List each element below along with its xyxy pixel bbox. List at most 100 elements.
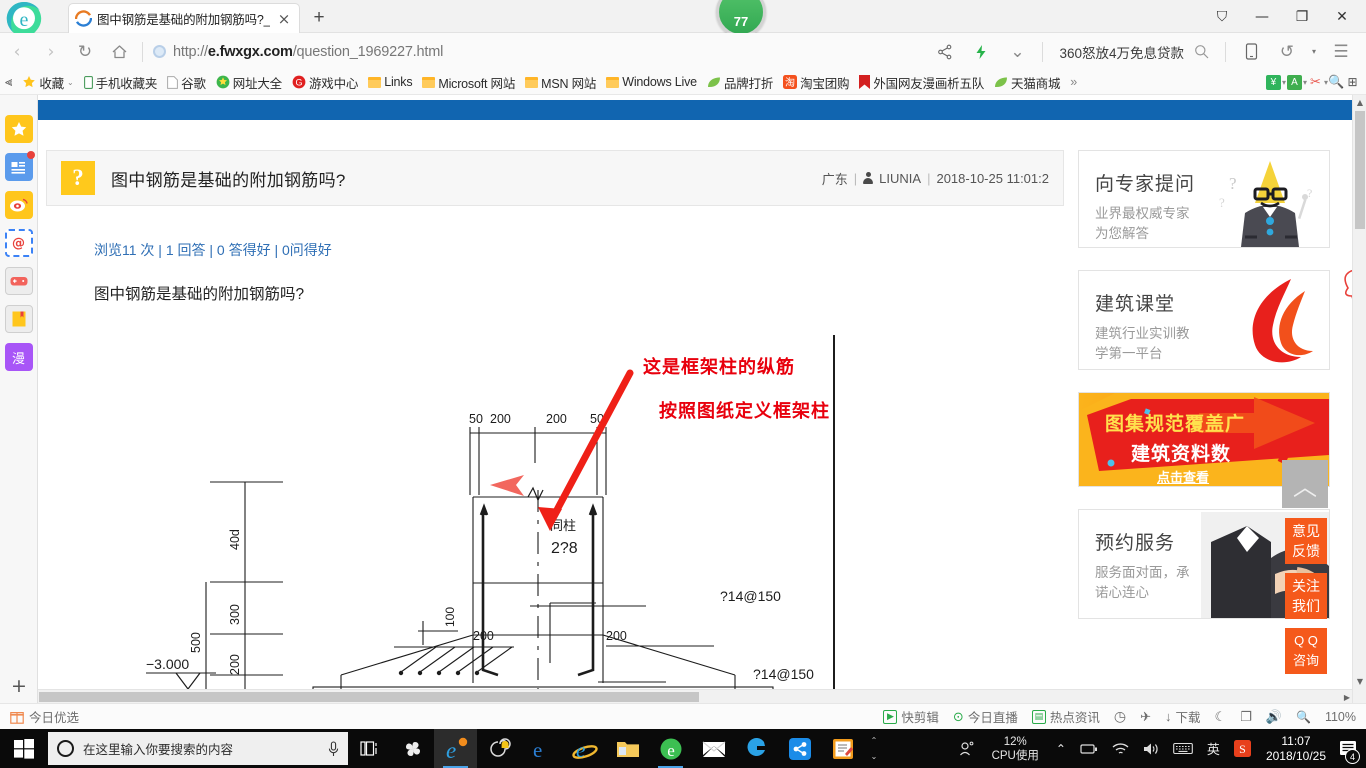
ad-card-ask-expert[interactable]: 向专家提问 业界最权威专家 为您解答 ? ? ? — [1078, 150, 1330, 248]
search-input[interactable]: 在这里输入你要搜索的内容 — [83, 739, 319, 758]
bookmark-links[interactable]: Links — [363, 71, 417, 93]
grid-icon[interactable]: ⊞ — [1345, 75, 1360, 90]
overflow-down-arrow[interactable]: ⌄ — [871, 752, 878, 761]
mail-app[interactable] — [692, 729, 735, 768]
keyboard-icon[interactable] — [1166, 729, 1200, 768]
feedback-button[interactable]: 意见 反馈 — [1285, 518, 1327, 564]
tab-close-icon[interactable]: × — [275, 10, 293, 28]
bookmark-microsoft[interactable]: Microsoft 网站 — [417, 71, 520, 93]
address-bar[interactable]: http://e.fwxgx.com/question_1969227.html — [149, 44, 928, 60]
sidebar-item-bookshelf[interactable] — [4, 305, 33, 333]
search-box[interactable]: 360怒放4万免息贷款 — [1051, 39, 1217, 65]
edge-browser-app[interactable]: e — [520, 729, 563, 768]
close-window-button[interactable]: ✕ — [1322, 2, 1362, 32]
caret-mini-icon[interactable]: ▾ — [1306, 35, 1322, 69]
file-explorer-app[interactable] — [606, 729, 649, 768]
status-volume[interactable]: 🔊 — [1266, 709, 1282, 725]
bookmark-brand-discount[interactable]: 品牌打折 — [702, 71, 778, 93]
taskbar-search[interactable]: 在这里输入你要搜索的内容 — [48, 732, 348, 765]
undo-icon[interactable]: ↺ — [1270, 35, 1304, 69]
start-button[interactable] — [0, 729, 48, 768]
security-score-badge[interactable]: 77 — [716, 0, 766, 37]
status-compass[interactable]: ◷ — [1114, 708, 1126, 725]
ime-language-indicator[interactable]: 英 — [1200, 729, 1227, 768]
bookmark-tmall[interactable]: 天猫商城 — [989, 71, 1065, 93]
share-icon[interactable] — [928, 35, 962, 69]
new-tab-button[interactable]: + — [306, 6, 332, 30]
pinwheel-app[interactable] — [391, 729, 434, 768]
forward-icon[interactable]: › — [34, 35, 68, 69]
bookmark-windows-live[interactable]: Windows Live — [601, 71, 702, 93]
share-app[interactable] — [778, 729, 821, 768]
bookmark-taobao-group[interactable]: 淘 淘宝团购 — [778, 71, 854, 93]
browser-tab[interactable]: 图中钢筋是基础的附加钢筋吗?_百 × — [68, 3, 300, 33]
site-info-icon[interactable] — [153, 45, 166, 58]
status-hot-news[interactable]: ▤ 热点资讯 — [1031, 707, 1100, 726]
ie-browser-active[interactable]: e — [434, 729, 477, 768]
bookmark-game-center[interactable]: G 游戏中心 — [287, 71, 363, 93]
status-window-split[interactable]: ❐ — [1240, 709, 1252, 725]
chevron-down-icon[interactable]: ▾ — [1324, 78, 1328, 87]
status-download[interactable]: ↓ 下载 — [1165, 707, 1201, 726]
reload-icon[interactable]: ↻ — [68, 35, 102, 69]
360-guard-app[interactable] — [735, 729, 778, 768]
magnifier-icon[interactable]: 🔍 — [1328, 74, 1344, 90]
question-stats[interactable]: 浏览11 次 | 1 回答 | 0 答得好 | 0问得好 — [94, 240, 332, 260]
mobile-view-icon[interactable] — [1234, 35, 1268, 69]
sidebar-item-games[interactable] — [4, 267, 33, 295]
notification-center-button[interactable]: 4 — [1334, 729, 1362, 768]
bookmark-comics[interactable]: 外国网友漫画析五队 — [854, 71, 989, 93]
home-icon[interactable] — [102, 35, 136, 69]
tray-expand-chevron[interactable]: ⌃ — [1049, 729, 1073, 768]
bookmark-msn[interactable]: MSN 网站 — [520, 71, 601, 93]
banner-cta[interactable]: 点击查看 — [1157, 467, 1209, 486]
translate-icon[interactable]: A — [1286, 74, 1302, 90]
notepad-app[interactable] — [821, 729, 864, 768]
status-today-picks[interactable]: 今日优选 — [29, 707, 79, 726]
bookmarks-overflow-left[interactable]: ⫷ — [0, 71, 17, 93]
status-find[interactable]: 🔍 — [1296, 710, 1311, 724]
internet-explorer-app[interactable]: e — [563, 729, 606, 768]
microphone-icon[interactable] — [328, 740, 339, 757]
shield-icon[interactable]: ¥ — [1265, 74, 1281, 90]
menu-icon[interactable]: ☰ — [1324, 35, 1358, 69]
volume-icon[interactable] — [1136, 729, 1166, 768]
sogou-ime-icon[interactable]: S — [1227, 729, 1258, 768]
bookmarks-more[interactable]: » — [1065, 71, 1082, 93]
hscrollbar-thumb[interactable] — [39, 692, 699, 702]
360-browser-app[interactable]: e — [649, 729, 692, 768]
spiral-notify-app[interactable] — [477, 729, 520, 768]
status-night-mode[interactable]: ☾ — [1215, 709, 1227, 725]
taskbar-clock[interactable]: 11:07 2018/10/25 — [1258, 734, 1334, 764]
chevron-down-icon[interactable]: ⌄ — [1000, 35, 1034, 69]
sidebar-item-mail[interactable]: @ — [4, 229, 33, 257]
ad-card-building-class[interactable]: 建筑课堂 建筑行业实训教 学第一平台 — [1078, 270, 1330, 370]
sidebar-item-weibo[interactable] — [4, 191, 33, 219]
chevron-down-icon[interactable]: ▾ — [1303, 78, 1307, 87]
qq-consult-button[interactable]: Q Q 咨询 — [1285, 628, 1327, 674]
sidebar-item-news[interactable] — [4, 151, 35, 181]
status-live[interactable]: ⊙ 今日直播 — [953, 707, 1018, 726]
task-view-button[interactable] — [348, 729, 391, 768]
back-to-top-button[interactable]: ︿ — [1282, 460, 1328, 508]
scroll-down-arrow[interactable]: ▼ — [1353, 674, 1366, 689]
scrollbar-thumb[interactable] — [1355, 111, 1365, 229]
page-vertical-scrollbar[interactable]: ▲ ▼ — [1352, 95, 1366, 703]
battery-icon[interactable] — [1073, 729, 1105, 768]
hscroll-right-arrow[interactable]: ▶ — [1344, 690, 1350, 703]
chevron-down-icon[interactable]: ▾ — [1282, 78, 1286, 87]
overflow-up-arrow[interactable]: ⌃ — [871, 736, 878, 745]
bookmark-mobile-favorites[interactable]: 手机收藏夹 — [79, 71, 163, 93]
follow-us-button[interactable]: 关注 我们 — [1285, 573, 1327, 619]
attached-drawing-image[interactable]: 50 200 200 50 100 200 200 40d 500 300 20… — [98, 335, 918, 703]
bookmark-web-directory[interactable]: 网址大全 — [211, 71, 287, 93]
bookmark-google[interactable]: 谷歌 — [162, 71, 211, 93]
page-horizontal-scrollbar[interactable]: ▶ — [38, 689, 1352, 703]
skin-button[interactable]: ⛉ — [1202, 2, 1242, 32]
status-speedup[interactable]: ✈ — [1140, 709, 1151, 725]
people-icon[interactable] — [951, 729, 982, 768]
chevron-down-icon[interactable]: ⌄ — [67, 78, 74, 87]
scroll-up-arrow[interactable]: ▲ — [1353, 95, 1366, 110]
status-quick-edit[interactable]: ▶ 快剪辑 — [883, 707, 939, 726]
minimize-button[interactable]: — — [1242, 2, 1282, 32]
